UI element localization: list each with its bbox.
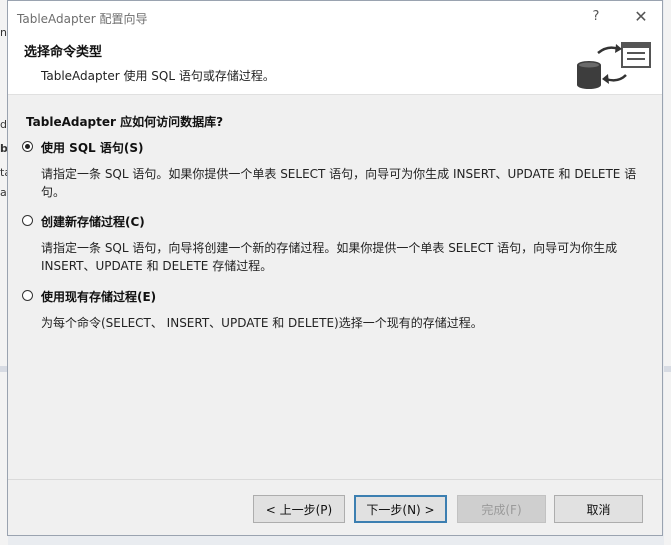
radio-create-stored-procedure[interactable] bbox=[22, 215, 33, 226]
background-divider bbox=[664, 366, 671, 372]
close-button[interactable]: ✕ bbox=[628, 7, 654, 27]
page-subtitle: TableAdapter 使用 SQL 语句或存储过程。 bbox=[41, 69, 275, 83]
wizard-dialog: TableAdapter 配置向导 ? ✕ 选择命令类型 TableAdapte… bbox=[7, 0, 663, 536]
radio-use-existing-stored-procedure[interactable] bbox=[22, 290, 33, 301]
database-command-icon bbox=[577, 42, 651, 89]
option-description: 请指定一条 SQL 语句，向导将创建一个新的存储过程。如果你提供一个单表 SEL… bbox=[41, 241, 618, 273]
option-label[interactable]: 使用现有存储过程(E) bbox=[41, 288, 156, 305]
footer-divider bbox=[8, 479, 662, 480]
title-bar: TableAdapter 配置向导 ? ✕ bbox=[8, 1, 662, 33]
window-title: TableAdapter 配置向导 bbox=[17, 12, 148, 26]
option-label[interactable]: 创建新存储过程(C) bbox=[41, 213, 145, 230]
background-text-fragment: d bbox=[0, 118, 7, 131]
option-label[interactable]: 使用 SQL 语句(S) bbox=[41, 139, 143, 156]
finish-button[interactable]: 完成(F) bbox=[457, 495, 546, 523]
page-title: 选择命令类型 bbox=[24, 45, 103, 60]
option-description: 为每个命令(SELECT、 INSERT、UPDATE 和 DELETE)选择一… bbox=[41, 316, 483, 330]
background-app-right-edge bbox=[664, 0, 671, 545]
wizard-body: TableAdapter 应如何访问数据库? 使用 SQL 语句(S) 请指定一… bbox=[8, 95, 662, 479]
question-label: TableAdapter 应如何访问数据库? bbox=[26, 115, 224, 129]
background-text-fragment: n bbox=[0, 26, 7, 39]
previous-button[interactable]: < 上一步(P) bbox=[253, 495, 345, 523]
next-button[interactable]: 下一步(N) > bbox=[354, 495, 447, 523]
cancel-button[interactable]: 取消 bbox=[554, 495, 643, 523]
wizard-header: 选择命令类型 TableAdapter 使用 SQL 语句或存储过程。 bbox=[8, 33, 662, 95]
option-description: 请指定一条 SQL 语句。如果你提供一个单表 SELECT 语句，向导可为你生成… bbox=[41, 167, 637, 199]
help-button[interactable]: ? bbox=[583, 7, 609, 27]
radio-use-sql[interactable] bbox=[22, 141, 33, 152]
